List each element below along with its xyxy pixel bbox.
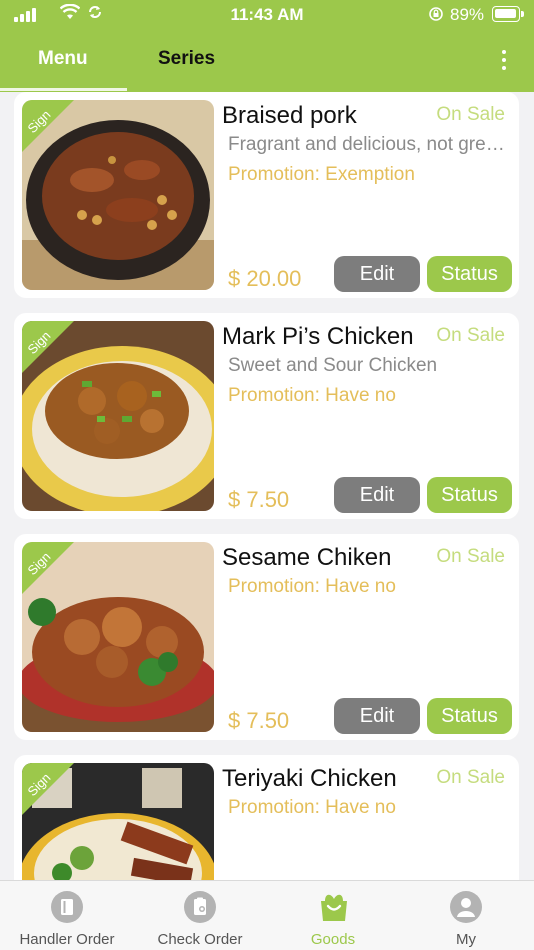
- tab-menu[interactable]: Menu: [38, 48, 88, 70]
- sale-status: On Sale: [436, 546, 505, 567]
- item-name: Mark Pi’s Chicken: [222, 323, 414, 350]
- nav-label: Goods: [310, 931, 356, 948]
- edit-button[interactable]: Edit: [334, 477, 420, 513]
- list-item: Sign Mark Pi’s Chicken On Sale Sweet and…: [14, 313, 519, 519]
- item-name: Braised pork: [222, 102, 357, 129]
- item-price: $ 20.00: [228, 266, 302, 291]
- user-icon: [450, 891, 482, 923]
- food-image: Sign: [22, 100, 214, 290]
- active-tab-indicator: [0, 88, 127, 91]
- nav-handler-order[interactable]: Handler Order: [0, 881, 134, 950]
- nav-label: Handler Order: [19, 931, 115, 948]
- item-description: Sweet and Sour Chicken: [228, 355, 438, 376]
- item-name: Sesame Chiken: [222, 544, 392, 571]
- sale-status: On Sale: [436, 767, 505, 788]
- food-image: Sign: [22, 763, 214, 880]
- goods-list[interactable]: Sign Braised pork On Sale Fragrant and d…: [0, 92, 534, 880]
- edit-button[interactable]: Edit: [334, 256, 420, 292]
- item-price: $ 7.50: [228, 487, 290, 512]
- battery-percent: 89%: [450, 5, 485, 24]
- item-promotion: Promotion: Have no: [228, 385, 396, 406]
- edit-button[interactable]: Edit: [334, 698, 420, 734]
- status-button[interactable]: Status: [427, 698, 512, 734]
- clipboard-icon: [184, 891, 216, 923]
- document-icon: [51, 891, 83, 923]
- app-header: 11:43 AM 89% Menu Series: [0, 0, 534, 92]
- sale-status: On Sale: [436, 325, 505, 346]
- item-description: Fragrant and delicious, not greasy: [228, 134, 512, 155]
- item-name: Teriyaki Chicken: [222, 765, 397, 792]
- shopping-bag-icon: [317, 891, 349, 923]
- nav-check-order[interactable]: Check Order: [133, 881, 267, 950]
- item-price: $ 7.50: [228, 708, 290, 733]
- nav-my[interactable]: My: [399, 881, 533, 950]
- list-item: Sign Teriyaki Chicken On Sale Promotion:…: [14, 755, 519, 880]
- item-promotion: Promotion: Exemption: [228, 164, 415, 185]
- sale-status: On Sale: [436, 104, 505, 125]
- list-item: Sign Braised pork On Sale Fragrant and d…: [14, 92, 519, 298]
- status-button[interactable]: Status: [427, 477, 512, 513]
- food-image: Sign: [22, 542, 214, 732]
- orientation-lock-icon: [428, 6, 444, 25]
- nav-goods[interactable]: Goods: [266, 881, 400, 950]
- list-item: Sign Sesame Chiken On Sale Promotion: Ha…: [14, 534, 519, 740]
- bottom-nav: Handler Order Check Order Goods My: [0, 880, 534, 950]
- item-promotion: Promotion: Have no: [228, 576, 396, 597]
- nav-label: Check Order: [157, 931, 243, 948]
- battery-icon: [492, 6, 524, 22]
- status-button[interactable]: Status: [427, 256, 512, 292]
- status-bar: 11:43 AM 89%: [0, 0, 534, 30]
- more-vertical-icon[interactable]: [496, 48, 512, 72]
- nav-label: My: [456, 931, 476, 948]
- item-promotion: Promotion: Have no: [228, 797, 396, 818]
- food-image: Sign: [22, 321, 214, 511]
- tab-series[interactable]: Series: [158, 48, 215, 70]
